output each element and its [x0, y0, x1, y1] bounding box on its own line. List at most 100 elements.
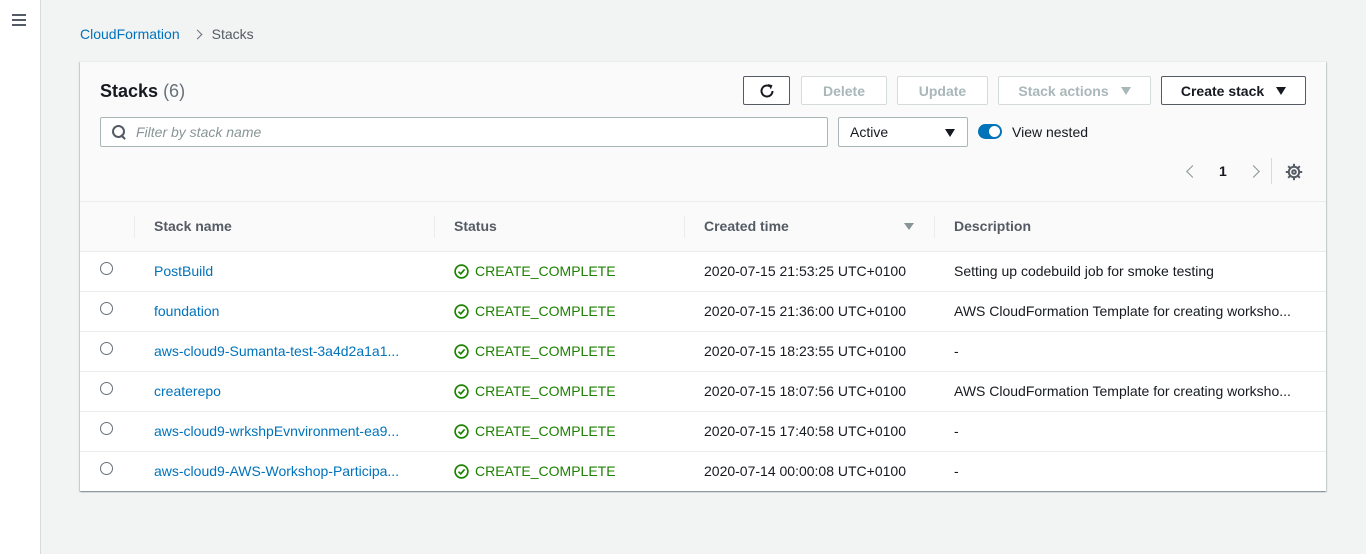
view-nested-toggle[interactable]: [978, 124, 1002, 139]
side-navigation: [0, 0, 41, 554]
created-time-cell: 2020-07-15 21:36:00 UTC+0100: [684, 291, 934, 332]
status-filter-select[interactable]: Active: [838, 117, 968, 147]
row-radio-button[interactable]: [100, 262, 113, 275]
select-column-header: [80, 202, 134, 252]
row-radio-button[interactable]: [100, 422, 113, 435]
column-header-created-time[interactable]: Created time: [684, 202, 934, 252]
refresh-icon: [760, 83, 774, 97]
status-cell: CREATE_COMPLETE: [434, 331, 684, 372]
check-circle-icon: [454, 263, 469, 279]
stack-actions-button[interactable]: Stack actions: [998, 76, 1151, 105]
gear-icon[interactable]: [1285, 163, 1303, 181]
created-time-cell: 2020-07-15 18:23:55 UTC+0100: [684, 331, 934, 372]
status-text: CREATE_COMPLETE: [475, 343, 616, 359]
status-text: CREATE_COMPLETE: [475, 423, 616, 439]
chevron-left-icon[interactable]: [1186, 164, 1199, 178]
delete-button[interactable]: Delete: [801, 76, 887, 105]
stacks-table: Stack name Status Created time Descripti…: [80, 202, 1326, 491]
status-cell: CREATE_COMPLETE: [434, 251, 684, 292]
created-time-cell: 2020-07-14 00:00:08 UTC+0100: [704, 463, 906, 480]
row-radio-button[interactable]: [100, 302, 113, 315]
sort-descending-icon[interactable]: [904, 223, 914, 230]
description-text: AWS CloudFormation Template for creating…: [954, 383, 1291, 399]
description-cell: AWS CloudFormation Template for creating…: [934, 291, 1326, 332]
stack-name-cell: aws-cloud9-Sumanta-test-3a4d2a1a1...: [134, 331, 434, 372]
pagination-divider: [1271, 158, 1272, 184]
search-input[interactable]: [136, 124, 827, 140]
stack-name-link[interactable]: PostBuild: [154, 263, 412, 279]
stacks-panel: Stacks (6) Delete Update Stack actions C…: [80, 61, 1326, 491]
check-circle-icon: [454, 464, 469, 479]
status-filter-value: Active: [850, 124, 889, 140]
row-radio-button[interactable]: [100, 462, 113, 476]
check-circle-icon: [454, 383, 469, 399]
created-time-cell: 2020-07-15 18:07:56 UTC+0100: [684, 371, 934, 412]
description-text: Setting up codebuild job for smoke testi…: [954, 263, 1214, 279]
caret-down-icon: [945, 129, 955, 137]
check-circle-icon: [454, 303, 469, 319]
row-select-cell: [80, 331, 134, 372]
status-text: CREATE_COMPLETE: [475, 303, 616, 319]
search-icon: [111, 124, 127, 140]
table-row[interactable]: foundation CREATE_COMPLETE 2020-07-15 21:3…: [80, 291, 1326, 332]
description-cell: Setting up codebuild job for smoke testi…: [934, 251, 1326, 292]
status-cell: CREATE_COMPLETE: [434, 371, 684, 412]
stacks-panel-header: Stacks (6) Delete Update Stack actions C…: [80, 62, 1326, 202]
stack-name-cell: foundation: [134, 291, 434, 332]
caret-down-icon: [1276, 86, 1287, 95]
description-text: AWS CloudFormation Template for creating…: [954, 303, 1291, 319]
stack-name-link[interactable]: foundation: [154, 303, 412, 319]
table-row[interactable]: aws-cloud9-AWS-Workshop-Participa... CREA…: [80, 451, 1326, 491]
breadcrumb: CloudFormation Stacks: [80, 26, 254, 42]
chevron-right-icon: [192, 29, 203, 39]
row-select-cell: [80, 371, 134, 412]
breadcrumb-current: Stacks: [211, 26, 254, 42]
created-time-cell: 2020-07-15 21:53:25 UTC+0100: [684, 251, 934, 292]
create-stack-button[interactable]: Create stack: [1161, 76, 1306, 105]
caret-down-icon: [1120, 86, 1131, 95]
description-text: -: [954, 343, 959, 359]
row-select-cell: [80, 251, 134, 292]
column-header-description[interactable]: Description: [934, 202, 1326, 252]
pagination: 1: [1180, 161, 1266, 181]
description-cell: AWS CloudFormation Template for creating…: [934, 371, 1326, 412]
table-header-row: Stack name Status Created time Descripti…: [80, 202, 1326, 252]
hamburger-menu-icon[interactable]: [11, 12, 29, 28]
column-header-status[interactable]: Status: [434, 202, 684, 252]
status-cell: CREATE_COMPLETE: [434, 451, 684, 491]
description-cell: -: [934, 451, 1326, 491]
update-button[interactable]: Update: [897, 76, 988, 105]
breadcrumb-cloudformation-link[interactable]: CloudFormation: [80, 26, 180, 42]
table-row[interactable]: createrepo CREATE_COMPLETE 2020-07-15 18:0…: [80, 371, 1326, 412]
description-cell: -: [934, 331, 1326, 372]
table-row[interactable]: PostBuild CREATE_COMPLETE 2020-07-15 21:53…: [80, 251, 1326, 292]
row-select-cell: [80, 451, 134, 491]
view-nested-label: View nested: [1012, 124, 1089, 140]
table-row[interactable]: aws-cloud9-wrkshpEvnvironment-ea9... CREA…: [80, 411, 1326, 452]
check-circle-icon: [454, 423, 469, 439]
stack-name-link[interactable]: aws-cloud9-Sumanta-test-3a4d2a1a1...: [154, 343, 412, 359]
description-text: -: [954, 423, 959, 439]
table-row[interactable]: aws-cloud9-Sumanta-test-3a4d2a1a1... CREA…: [80, 331, 1326, 372]
status-cell: CREATE_COMPLETE: [434, 411, 684, 452]
page-number[interactable]: 1: [1219, 163, 1227, 179]
stack-name-cell: PostBuild: [134, 251, 434, 292]
created-time-cell: 2020-07-15 17:40:58 UTC+0100: [684, 411, 934, 452]
stack-name-cell: createrepo: [134, 371, 434, 412]
stack-actions-label: Stack actions: [1018, 82, 1109, 99]
stack-name-cell: aws-cloud9-AWS-Workshop-Participa...: [134, 451, 434, 491]
column-header-stack-name[interactable]: Stack name: [134, 202, 434, 252]
stack-name-link[interactable]: aws-cloud9-wrkshpEvnvironment-ea9...: [154, 423, 412, 439]
description-text: -: [954, 463, 959, 480]
refresh-button[interactable]: [743, 76, 790, 105]
stack-name-link[interactable]: aws-cloud9-AWS-Workshop-Participa...: [154, 463, 412, 479]
check-circle-icon: [454, 343, 469, 359]
row-radio-button[interactable]: [100, 382, 113, 395]
chevron-right-icon[interactable]: [1246, 164, 1260, 178]
status-text: CREATE_COMPLETE: [475, 463, 616, 480]
row-select-cell: [80, 291, 134, 332]
stack-name-link[interactable]: createrepo: [154, 383, 412, 399]
row-radio-button[interactable]: [100, 342, 113, 355]
create-stack-label: Create stack: [1180, 82, 1265, 99]
stack-name-cell: aws-cloud9-wrkshpEvnvironment-ea9...: [134, 411, 434, 452]
